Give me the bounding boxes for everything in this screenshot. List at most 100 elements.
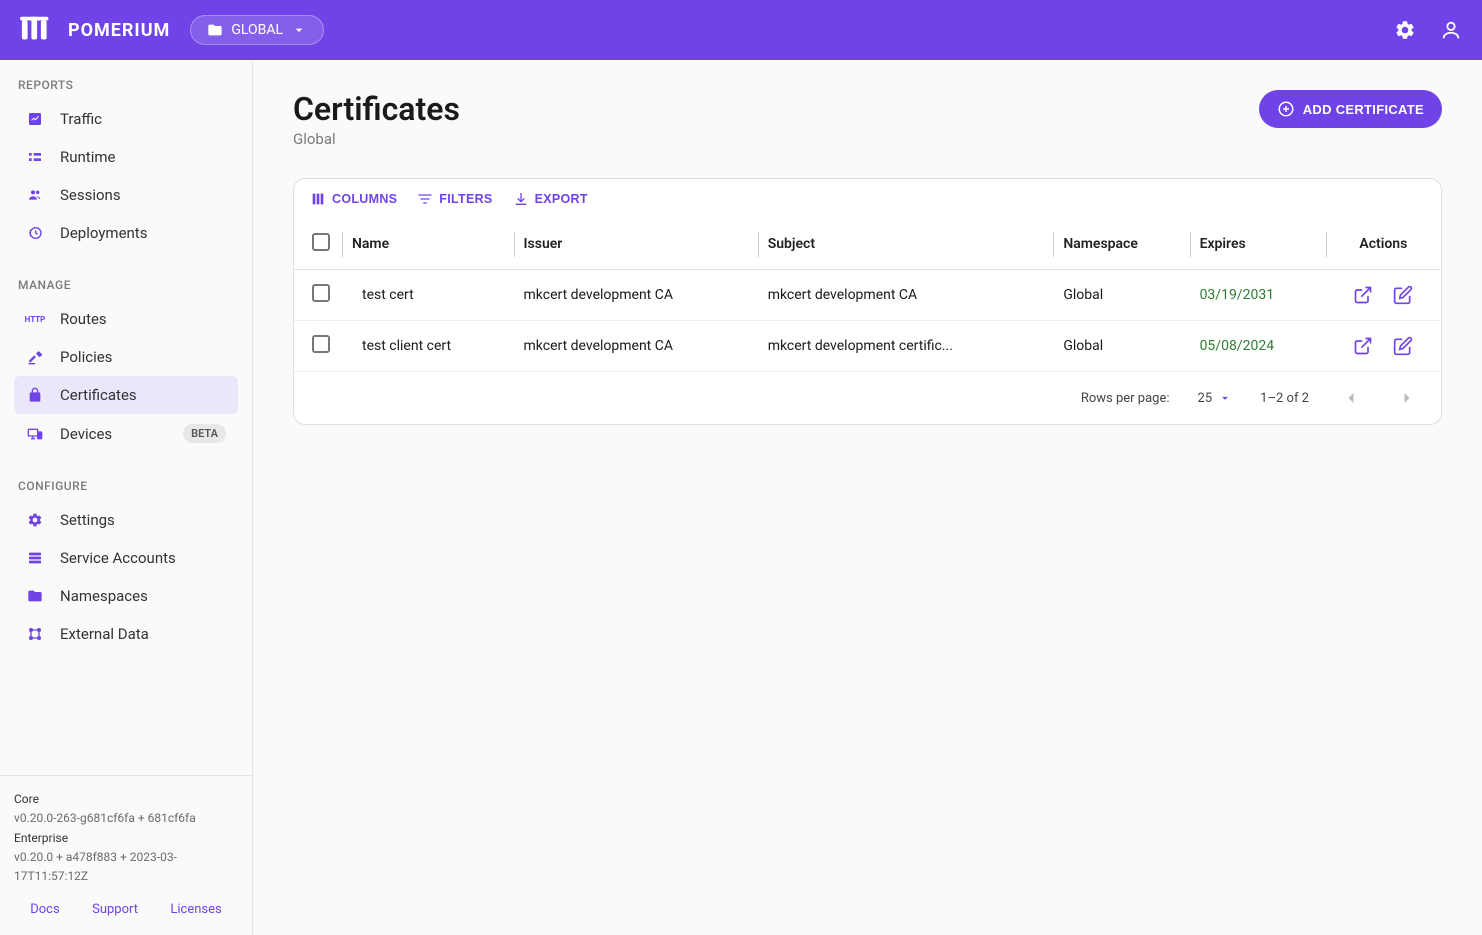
plus-circle-icon	[1277, 100, 1295, 118]
sidebar-item-routes[interactable]: HTTP Routes	[14, 300, 238, 338]
http-icon: HTTP	[26, 310, 44, 328]
download-icon	[513, 191, 529, 207]
sidebar-item-label: Sessions	[60, 186, 121, 204]
rows-per-page-select[interactable]: 25	[1198, 391, 1233, 406]
sidebar-item-label: Devices	[60, 425, 112, 443]
support-link[interactable]: Support	[92, 900, 138, 921]
edit-button[interactable]	[1393, 285, 1413, 305]
page-title: Certificates	[293, 90, 460, 128]
sidebar-item-label: Routes	[60, 310, 107, 328]
open-button[interactable]	[1353, 285, 1373, 305]
dropdown-icon	[1218, 391, 1232, 405]
core-version: v0.20.0-263-g681cf6fa + 681cf6fa	[14, 809, 238, 828]
cell-namespace: Global	[1053, 270, 1189, 321]
col-expires[interactable]: Expires	[1190, 219, 1326, 270]
sidebar-item-certificates[interactable]: Certificates	[14, 376, 238, 414]
sidebar-item-deployments[interactable]: Deployments	[14, 214, 238, 252]
next-page-button[interactable]	[1393, 384, 1421, 412]
sidebar-item-external-data[interactable]: External Data	[14, 615, 238, 653]
sidebar: REPORTS Traffic Runtime Sessions Deployments…	[0, 60, 253, 935]
sidebar-item-runtime[interactable]: Runtime	[14, 138, 238, 176]
person-icon	[1440, 19, 1462, 41]
cell-issuer: mkcert development CA	[514, 321, 758, 372]
chart-icon	[26, 110, 44, 128]
cell-subject: mkcert development CA	[758, 270, 1054, 321]
sidebar-item-label: Runtime	[60, 148, 115, 166]
add-certificate-button[interactable]: ADD CERTIFICATE	[1259, 90, 1442, 128]
sidebar-item-service-accounts[interactable]: Service Accounts	[14, 539, 238, 577]
sidebar-item-sessions[interactable]: Sessions	[14, 176, 238, 214]
core-label: Core	[14, 790, 238, 809]
page-range: 1–2 of 2	[1260, 391, 1309, 406]
cell-name: test cert	[342, 270, 514, 321]
open-in-new-icon	[1353, 285, 1373, 305]
sidebar-item-settings[interactable]: Settings	[14, 501, 238, 539]
filter-icon	[417, 191, 433, 207]
certificates-table: Name Issuer Subject Namespace Expires Ac…	[294, 219, 1441, 372]
table-row[interactable]: test client cert mkcert development CA m…	[294, 321, 1441, 372]
col-issuer[interactable]: Issuer	[514, 219, 758, 270]
sidebar-item-label: Namespaces	[60, 587, 148, 605]
sidebar-item-label: Policies	[60, 348, 112, 366]
lock-icon	[26, 386, 44, 404]
brand-name: POMERIUM	[68, 20, 170, 41]
sidebar-item-devices[interactable]: DevicesBETA	[14, 414, 238, 453]
row-checkbox[interactable]	[312, 284, 330, 302]
prev-page-button[interactable]	[1337, 384, 1365, 412]
sidebar-item-label: Service Accounts	[60, 549, 176, 567]
chevron-down-icon	[291, 22, 307, 38]
table-row[interactable]: test cert mkcert development CA mkcert d…	[294, 270, 1441, 321]
folder-icon	[207, 22, 223, 38]
open-button[interactable]	[1353, 336, 1373, 356]
sidebar-item-label: Settings	[60, 511, 115, 529]
docs-link[interactable]: Docs	[30, 900, 59, 921]
select-all-checkbox[interactable]	[312, 233, 330, 251]
brand-logo[interactable]: POMERIUM	[20, 16, 170, 44]
col-namespace[interactable]: Namespace	[1053, 219, 1189, 270]
rows-per-page-label: Rows per page:	[1081, 391, 1170, 406]
open-in-new-icon	[1353, 336, 1373, 356]
history-icon	[26, 224, 44, 242]
col-actions: Actions	[1326, 219, 1441, 270]
row-checkbox[interactable]	[312, 335, 330, 353]
devices-icon	[26, 425, 44, 443]
cell-namespace: Global	[1053, 321, 1189, 372]
account-icon-button[interactable]	[1440, 19, 1462, 41]
columns-button[interactable]: COLUMNS	[310, 191, 397, 207]
sidebar-section-title: REPORTS	[14, 78, 238, 100]
enterprise-version: v0.20.0 + a478f883 + 2023-03-17T11:57:12…	[14, 848, 238, 886]
edit-icon	[1393, 285, 1413, 305]
cell-issuer: mkcert development CA	[514, 270, 758, 321]
licenses-link[interactable]: Licenses	[170, 900, 221, 921]
col-subject[interactable]: Subject	[758, 219, 1054, 270]
settings-icon-button[interactable]	[1394, 19, 1416, 41]
sidebar-item-label: External Data	[60, 625, 149, 643]
export-button[interactable]: EXPORT	[513, 191, 588, 207]
namespace-selector[interactable]: GLOBAL	[190, 15, 324, 45]
filters-button[interactable]: FILTERS	[417, 191, 492, 207]
sidebar-item-policies[interactable]: Policies	[14, 338, 238, 376]
folder-icon	[26, 587, 44, 605]
cell-expires: 05/08/2024	[1190, 321, 1326, 372]
cell-expires: 03/19/2031	[1190, 270, 1326, 321]
edit-icon	[1393, 336, 1413, 356]
sidebar-item-traffic[interactable]: Traffic	[14, 100, 238, 138]
namespace-label: GLOBAL	[231, 22, 283, 38]
brand-logo-icon	[20, 16, 58, 44]
gauge-icon	[26, 148, 44, 166]
enterprise-label: Enterprise	[14, 829, 238, 848]
page-subtitle: Global	[293, 130, 460, 148]
sidebar-section-title: MANAGE	[14, 278, 238, 300]
people-icon	[26, 186, 44, 204]
gear-icon	[26, 511, 44, 529]
external-icon	[26, 625, 44, 643]
col-name[interactable]: Name	[342, 219, 514, 270]
gear-icon	[1394, 19, 1416, 41]
cell-name: test client cert	[342, 321, 514, 372]
columns-icon	[310, 191, 326, 207]
sidebar-item-namespaces[interactable]: Namespaces	[14, 577, 238, 615]
edit-button[interactable]	[1393, 336, 1413, 356]
sidebar-item-label: Deployments	[60, 224, 147, 242]
service-icon	[26, 549, 44, 567]
sidebar-item-label: Traffic	[60, 110, 102, 128]
